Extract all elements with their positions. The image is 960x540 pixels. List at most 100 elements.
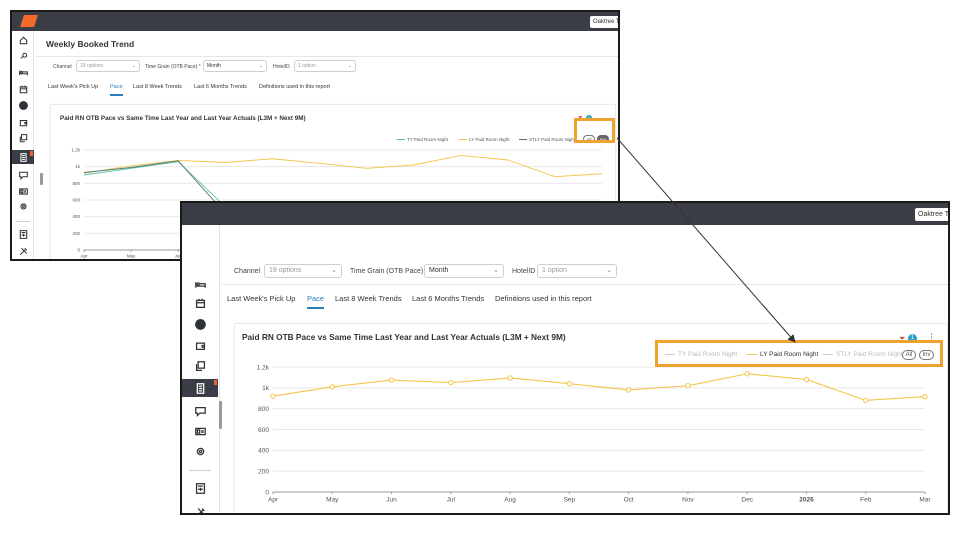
page-title: Weekly Booked Trend <box>46 39 135 49</box>
chevron-down-icon: ⌄ <box>258 63 263 69</box>
tab-definitions[interactable]: Definitions used in this report <box>495 294 592 303</box>
user-button[interactable]: Oaktree Tr <box>590 16 618 28</box>
key-icon[interactable] <box>12 49 34 63</box>
calendar-icon[interactable] <box>12 82 34 96</box>
data-point[interactable] <box>270 393 276 399</box>
chat-icon[interactable] <box>12 168 34 182</box>
y-tick-label: 800 <box>72 181 80 186</box>
timegrain-select[interactable]: Month ⌄ <box>203 60 267 72</box>
legend-ly[interactable]: LY Paid Room Night <box>459 137 509 142</box>
screenshot-zoomed-view: Oaktree Tr Channel 19 options ⌄ Time Gra… <box>180 201 950 515</box>
legend-highlight-box <box>574 118 615 143</box>
tab-last-6-months-trends[interactable]: Last 6 Months Trends <box>194 84 247 90</box>
tools-icon[interactable] <box>12 244 34 258</box>
timegrain-value: Month <box>207 63 221 69</box>
data-point[interactable] <box>448 379 454 386</box>
calculator-icon[interactable] <box>182 479 218 497</box>
y-tick-label: 1k <box>262 385 270 392</box>
copy-icon[interactable] <box>182 357 218 375</box>
id-card-icon[interactable] <box>12 184 34 198</box>
chevron-down-icon: ⌄ <box>347 63 352 69</box>
channel-label: Channel <box>53 64 72 70</box>
top-bar: Oaktree Tr <box>12 12 618 31</box>
tab-last-8-week-trends[interactable]: Last 8 Week Trends <box>335 294 402 303</box>
wallet-icon[interactable] <box>182 336 218 354</box>
data-point[interactable] <box>922 393 928 400</box>
timegrain-value: Month <box>429 267 449 274</box>
pin-icon <box>214 380 217 385</box>
y-tick-label: 600 <box>258 427 269 434</box>
x-tick-label: Apr <box>80 254 88 259</box>
hotel-select[interactable]: 1 option ⌄ <box>537 264 617 278</box>
divider <box>222 284 948 285</box>
legend-label: STLY Paid Room Night <box>529 137 576 142</box>
chevron-down-icon: ⌄ <box>493 267 499 274</box>
pin-icon <box>30 151 33 156</box>
canvas: Oaktree Tr Weekly Booked Trend Channel 1… <box>0 0 960 540</box>
report-icon[interactable] <box>182 379 218 397</box>
settings-icon[interactable] <box>12 199 34 213</box>
wallet-icon[interactable] <box>12 115 34 129</box>
user-button[interactable]: Oaktree Tr <box>915 208 948 221</box>
legend-swatch <box>459 139 467 141</box>
tab-last-week-pickup[interactable]: Last Week's Pick Up <box>227 294 295 303</box>
x-tick-label: Nov <box>682 497 694 504</box>
timegrain-select[interactable]: Month ⌄ <box>424 264 504 278</box>
tab-pace[interactable]: Pace <box>307 294 325 309</box>
chat-icon[interactable] <box>182 402 218 420</box>
channel-placeholder: 19 options <box>80 63 104 69</box>
chart-title: Paid RN OTB Pace vs Same Time Last Year … <box>60 115 306 122</box>
calendar-icon[interactable] <box>182 294 218 312</box>
tab-last-8-week-trends[interactable]: Last 8 Week Trends <box>133 84 182 90</box>
id-card-icon[interactable] <box>182 422 218 440</box>
channel-select[interactable]: 19 options ⌄ <box>264 264 342 278</box>
sidebar-collapse-handle[interactable] <box>40 173 43 185</box>
data-point[interactable] <box>566 380 573 387</box>
tab-pace[interactable]: Pace <box>110 84 123 96</box>
x-tick-label: Jun <box>386 497 397 504</box>
data-point[interactable] <box>329 384 335 390</box>
series-line <box>272 373 926 401</box>
data-point[interactable] <box>803 376 810 383</box>
sidebar <box>182 225 222 513</box>
sidebar-collapse-handle[interactable] <box>219 401 222 429</box>
legend-ty[interactable]: TY Paid Room Night <box>397 137 448 142</box>
y-tick-label: 1k <box>75 164 81 169</box>
data-point[interactable] <box>388 377 395 383</box>
y-tick-label: 0 <box>265 489 269 496</box>
tab-last-week-pickup[interactable]: Last Week's Pick Up <box>48 84 98 90</box>
report-icon[interactable] <box>12 150 34 164</box>
hotel-label: HotelID <box>273 64 290 70</box>
home-icon[interactable] <box>12 33 34 47</box>
x-tick-label: Dec <box>741 497 753 504</box>
channel-select[interactable]: 19 options ⌄ <box>76 60 140 72</box>
dollar-icon[interactable] <box>182 315 218 333</box>
tab-last-6-months-trends[interactable]: Last 6 Months Trends <box>412 294 484 303</box>
chevron-down-icon: ⌄ <box>131 63 136 69</box>
legend-stly[interactable]: STLY Paid Room Night <box>519 137 575 142</box>
x-tick-label: Apr <box>268 497 279 504</box>
data-point[interactable] <box>507 375 513 381</box>
hotel-select[interactable]: 1 option ⌄ <box>294 60 356 72</box>
tab-definitions[interactable]: Definitions used in this report <box>259 84 330 90</box>
tools-icon[interactable] <box>182 503 218 513</box>
data-point[interactable] <box>685 383 691 389</box>
x-tick-label: Mar <box>919 497 931 504</box>
settings-icon[interactable] <box>182 442 218 460</box>
calculator-icon[interactable] <box>12 227 34 241</box>
brand-logo-icon[interactable] <box>20 15 38 27</box>
bed-icon[interactable] <box>182 275 218 293</box>
y-tick-label: 400 <box>72 214 80 219</box>
copy-icon[interactable] <box>12 131 34 145</box>
legend-label: TY Paid Room Night <box>407 137 448 142</box>
dollar-icon[interactable] <box>12 98 34 112</box>
data-point[interactable] <box>625 387 632 393</box>
top-bar: Oaktree Tr <box>182 203 948 225</box>
bed-icon[interactable] <box>12 65 34 79</box>
hotel-placeholder: 1 option <box>542 267 567 274</box>
y-tick-label: 1.2k <box>257 364 270 371</box>
data-point[interactable] <box>744 371 750 377</box>
legend-highlight-box <box>655 340 943 367</box>
data-point[interactable] <box>863 397 869 404</box>
x-tick-label: 2026 <box>799 497 814 504</box>
